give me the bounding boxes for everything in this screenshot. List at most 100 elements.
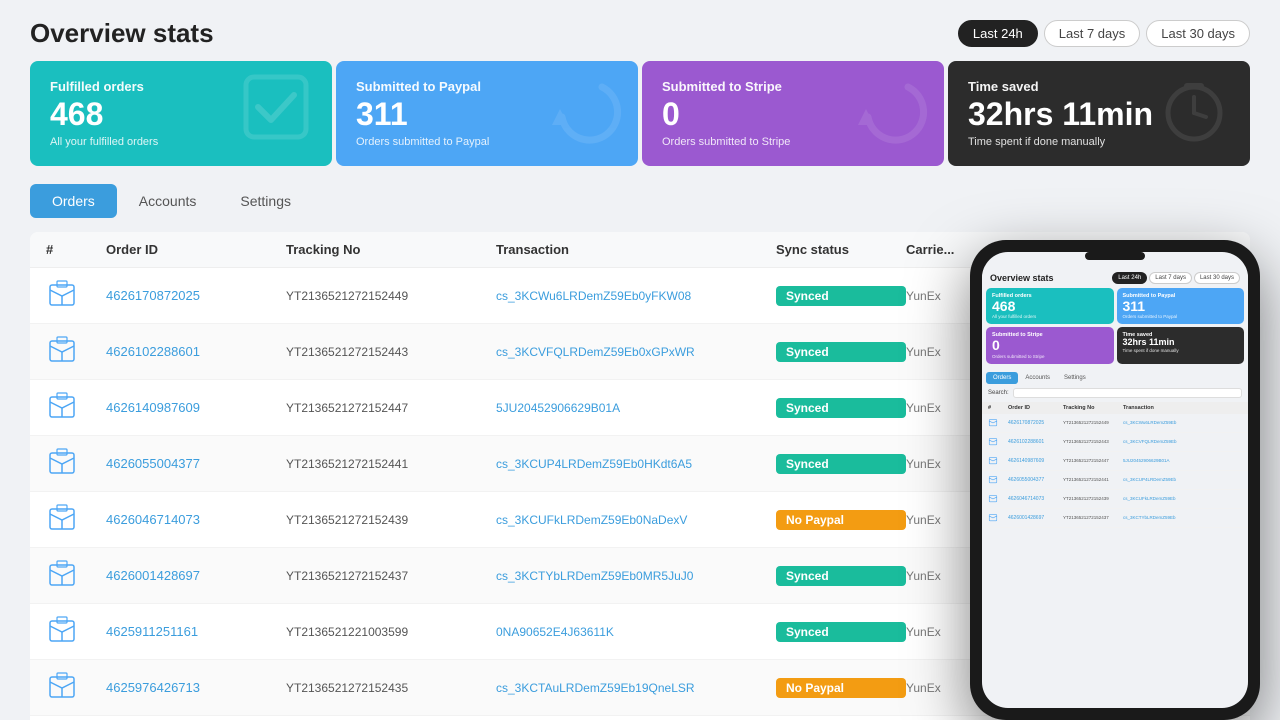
row-icon	[46, 389, 106, 426]
ph-row-order: 4626001428697	[1008, 515, 1063, 521]
ph-row-icon	[988, 474, 1008, 486]
phone-stat-value-stripe: 0	[992, 338, 1108, 353]
order-link[interactable]: 4625976426713	[106, 680, 286, 695]
phone-screen: Overview stats Last 24h Last 7 days Last…	[982, 252, 1248, 708]
ph-row-transaction: cs_3KCWu6LRDemZ59Eb	[1123, 420, 1242, 425]
page-header: Overview stats Last 24h Last 7 days Last…	[0, 0, 1280, 61]
ph-row-icon	[988, 455, 1008, 467]
phone-tab-settings: Settings	[1057, 372, 1093, 384]
ph-row-icon	[988, 417, 1008, 429]
time-filter-30d[interactable]: Last 30 days	[1146, 20, 1250, 47]
transaction-id: cs_3KCTAuLRDemZ59Eb19QneLSR	[496, 681, 776, 695]
stat-card-stripe: Submitted to Stripe 0 Orders submitted t…	[642, 61, 944, 166]
phone-search: Search:	[982, 384, 1248, 402]
phone-search-label: Search:	[988, 390, 1009, 396]
order-link[interactable]: 4626001428697	[106, 568, 286, 583]
phone-header: Overview stats Last 24h Last 7 days Last…	[982, 266, 1248, 288]
row-icon	[46, 669, 106, 706]
sync-badge: No Paypal	[776, 678, 906, 698]
refresh-icon-paypal	[542, 67, 622, 161]
ph-row-transaction: cs_3KCUP4LRDemZ59Eb	[1123, 477, 1242, 482]
col-sync: Sync status	[776, 242, 906, 257]
time-filter-24h[interactable]: Last 24h	[958, 20, 1038, 47]
tracking-no: YT2136521221003599	[286, 625, 496, 639]
page-wrapper: Overview stats Last 24h Last 7 days Last…	[0, 0, 1280, 720]
row-icon	[46, 277, 106, 314]
row-icon	[46, 445, 106, 482]
order-link[interactable]: 4626140987609	[106, 400, 286, 415]
ph-row-order: 4626102288601	[1008, 439, 1063, 445]
ph-row-icon	[988, 493, 1008, 505]
tracking-no: YT2136521272152447	[286, 401, 496, 415]
stat-card-paypal: Submitted to Paypal 311 Orders submitted…	[336, 61, 638, 166]
ph-row-order: 4626046714073	[1008, 496, 1063, 502]
sync-badge: Synced	[776, 454, 906, 474]
phone-search-input[interactable]	[1013, 388, 1242, 398]
sync-badge: No Paypal	[776, 510, 906, 530]
col-transaction: Transaction	[496, 242, 776, 257]
ph-row-order: 4626055004377	[1008, 477, 1063, 483]
phone-stat-stripe: Submitted to Stripe 0 Orders submitted t…	[986, 327, 1114, 363]
phone-mockup: Overview stats Last 24h Last 7 days Last…	[970, 240, 1280, 720]
phone-tab-orders: Orders	[986, 372, 1018, 384]
phone-tab-accounts: Accounts	[1018, 372, 1057, 384]
ph-row-transaction: cs_3KCUFkLRDemZ59Eb	[1123, 496, 1242, 501]
phone-tabs: Orders Accounts Settings	[982, 368, 1248, 384]
phone-table-row: 4626102288601 YT2136521272152443 cs_3KCV…	[982, 433, 1248, 452]
stat-card-time: Time saved 32hrs 11min Time spent if don…	[948, 61, 1250, 166]
row-icon	[46, 557, 106, 594]
phone-col-order: Order ID	[1008, 405, 1063, 411]
order-link[interactable]: 4625911251161	[106, 624, 286, 639]
phone-stat-value-time: 32hrs 11min	[1123, 338, 1239, 348]
phone-stats: Fulfilled orders 468 All your fulfilled …	[982, 288, 1248, 368]
ph-row-icon	[988, 512, 1008, 524]
tracking-no: YT2136521272152441	[286, 457, 496, 471]
row-icon	[46, 613, 106, 650]
phone-table-row: 4626140987609 YT2136521272152447 5JU2045…	[982, 452, 1248, 471]
tab-orders[interactable]: Orders	[30, 184, 117, 218]
sync-badge: Synced	[776, 286, 906, 306]
ph-row-tracking: YT2136521272152449	[1063, 420, 1123, 425]
phone-stat-time: Time saved 32hrs 11min Time spent if don…	[1117, 327, 1245, 363]
tab-settings[interactable]: Settings	[218, 184, 313, 218]
ph-row-transaction: 5JU20452906629B01A	[1123, 458, 1242, 463]
phone-table-header: # Order ID Tracking No Transaction	[982, 402, 1248, 414]
order-link[interactable]: 4626170872025	[106, 288, 286, 303]
transaction-id: cs_3KCUFkLRDemZ59Eb0NaDexV	[496, 513, 776, 527]
order-link[interactable]: 4626046714073	[106, 512, 286, 527]
phone-time-30d: Last 30 days	[1194, 272, 1240, 284]
phone-col-num: #	[988, 405, 1008, 411]
ph-row-tracking: YT2136521272152437	[1063, 515, 1123, 520]
ph-row-icon	[988, 436, 1008, 448]
transaction-id: 0NA90652E4J63611K	[496, 625, 776, 639]
phone-time-7d: Last 7 days	[1149, 272, 1192, 284]
tracking-no: YT2136521272152435	[286, 681, 496, 695]
phone-notch	[1085, 252, 1145, 260]
phone-time-filters: Last 24h Last 7 days Last 30 days	[1112, 272, 1240, 284]
phone-stat-value-fulfilled: 468	[992, 299, 1108, 314]
phone-rows: 4626170872025 YT2136521272152449 cs_3KCW…	[982, 414, 1248, 528]
order-link[interactable]: 4626055004377	[106, 456, 286, 471]
check-icon	[236, 67, 316, 161]
row-icon	[46, 501, 106, 538]
col-tracking: Tracking No	[286, 242, 496, 257]
sync-badge: Synced	[776, 566, 906, 586]
ph-row-tracking: YT2136521272152443	[1063, 439, 1123, 444]
ph-row-tracking: YT2136521272152439	[1063, 496, 1123, 501]
time-filter-7d[interactable]: Last 7 days	[1044, 20, 1141, 47]
phone-stat-desc-time: Time spent if done manually	[1123, 348, 1239, 353]
page-title: Overview stats	[30, 18, 214, 49]
ph-row-tracking: YT2136521272152447	[1063, 458, 1123, 463]
tab-accounts[interactable]: Accounts	[117, 184, 219, 218]
sync-badge: Synced	[776, 398, 906, 418]
phone-table-row: 4626055004377 YT2136521272152441 cs_3KCU…	[982, 471, 1248, 490]
transaction-id: cs_3KCTYbLRDemZ59Eb0MR5JuJ0	[496, 569, 776, 583]
ph-row-tracking: YT2136521272152441	[1063, 477, 1123, 482]
tracking-no: YT2136521272152437	[286, 569, 496, 583]
phone-table-row: 4626001428697 YT2136521272152437 cs_3KCT…	[982, 509, 1248, 528]
order-link[interactable]: 4626102288601	[106, 344, 286, 359]
col-num: #	[46, 242, 106, 257]
phone-outer: Overview stats Last 24h Last 7 days Last…	[970, 240, 1260, 720]
tabs-bar: Orders Accounts Settings	[0, 184, 1280, 218]
tracking-no: YT2136521272152443	[286, 345, 496, 359]
